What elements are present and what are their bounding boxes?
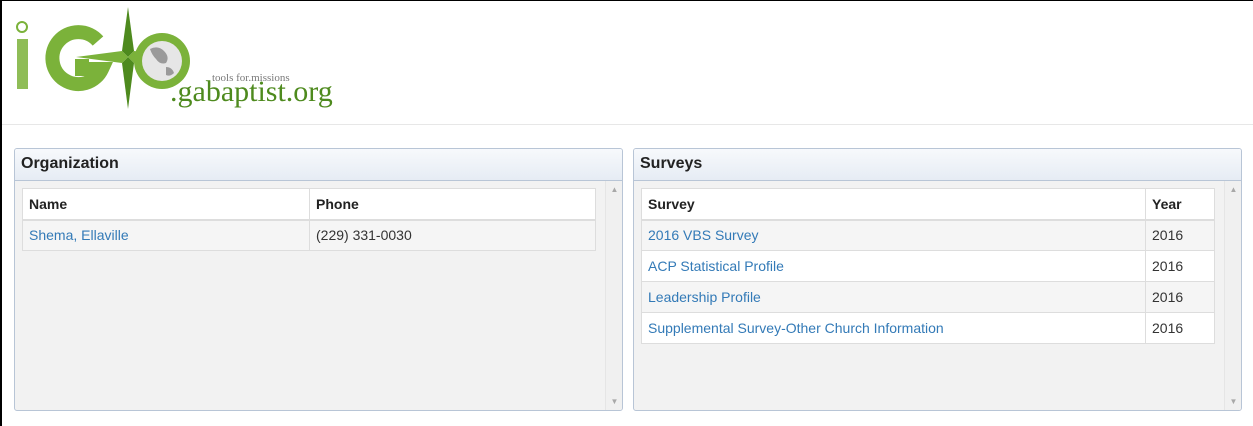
survey-year-cell: 2016 [1145,312,1215,344]
survey-link[interactable]: Supplemental Survey-Other Church Informa… [648,320,944,336]
scroll-up-arrow-icon[interactable]: ▲ [606,181,622,198]
survey-name-cell: 2016 VBS Survey [641,219,1146,251]
organization-name-link[interactable]: Shema, Ellaville [29,227,129,243]
igo-logo-graphic: tools for.missions .gabaptist.org [16,7,333,109]
surveys-header-row: Survey Year [641,188,1215,221]
organization-scrollbar[interactable]: ▲ ▼ [605,181,622,410]
survey-year-cell: 2016 [1145,250,1215,282]
organization-panel-body: Name Phone Shema, Ellaville (229) 331-00… [15,181,622,410]
organization-table: Name Phone Shema, Ellaville (229) 331-00… [22,188,596,251]
surveys-panel-body: Survey Year 2016 VBS Survey 2016 ACP Sta… [634,181,1241,410]
table-row[interactable]: Supplemental Survey-Other Church Informa… [641,312,1215,344]
surveys-panel: Surveys Survey Year 2016 VBS Survey 2016… [633,148,1242,411]
site-header: tools for.missions .gabaptist.org [2,1,1253,125]
organization-header-row: Name Phone [22,188,596,221]
organization-name-cell: Shema, Ellaville [22,219,310,251]
surveys-scrollbar[interactable]: ▲ ▼ [1224,181,1241,410]
table-row[interactable]: Shema, Ellaville (229) 331-0030 [22,219,596,251]
survey-year-cell: 2016 [1145,219,1215,251]
organization-phone-cell: (229) 331-0030 [309,219,596,251]
column-header-survey[interactable]: Survey [641,188,1146,221]
igo-logo[interactable]: tools for.missions .gabaptist.org [10,5,340,115]
surveys-table: Survey Year 2016 VBS Survey 2016 ACP Sta… [641,188,1215,344]
organization-panel: Organization Name Phone Shema, Ellaville… [14,148,623,411]
column-header-year[interactable]: Year [1145,188,1215,221]
scroll-down-arrow-icon[interactable]: ▼ [606,393,622,410]
survey-name-cell: ACP Statistical Profile [641,250,1146,282]
table-row[interactable]: Leadership Profile 2016 [641,281,1215,313]
column-header-phone[interactable]: Phone [309,188,596,221]
table-row[interactable]: ACP Statistical Profile 2016 [641,250,1215,282]
survey-link[interactable]: 2016 VBS Survey [648,227,759,243]
survey-name-cell: Leadership Profile [641,281,1146,313]
survey-name-cell: Supplemental Survey-Other Church Informa… [641,312,1146,344]
column-header-name[interactable]: Name [22,188,310,221]
survey-link[interactable]: Leadership Profile [648,289,761,305]
logo-domain: .gabaptist.org [170,75,333,108]
surveys-panel-title: Surveys [634,149,1241,181]
table-row[interactable]: 2016 VBS Survey 2016 [641,219,1215,251]
survey-year-cell: 2016 [1145,281,1215,313]
scroll-up-arrow-icon[interactable]: ▲ [1225,181,1241,198]
scroll-down-arrow-icon[interactable]: ▼ [1225,393,1241,410]
survey-link[interactable]: ACP Statistical Profile [648,258,784,274]
organization-panel-title: Organization [15,149,622,181]
